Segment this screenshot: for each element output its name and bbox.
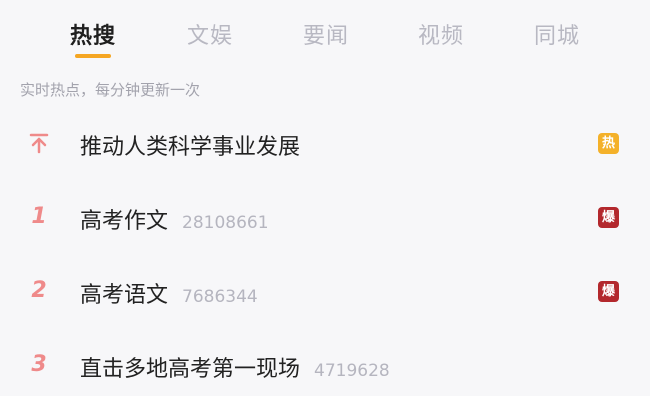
item-title[interactable]: 直击多地高考第一现场 4719628 xyxy=(80,351,390,383)
heat-count: 4719628 xyxy=(314,361,390,381)
update-hint: 实时热点，每分钟更新一次 xyxy=(20,81,201,99)
tab-video[interactable]: 视频 xyxy=(418,18,464,50)
rank-number: 2 xyxy=(31,278,47,303)
item-title[interactable]: 高考语文 7686344 xyxy=(80,277,258,309)
tab-local[interactable]: 同城 xyxy=(534,18,580,50)
item-title[interactable]: 高考作文 28108661 xyxy=(80,203,269,235)
pin-top-icon xyxy=(29,133,49,154)
explode-badge: 爆 xyxy=(598,281,619,302)
tab-hot-search[interactable]: 热搜 xyxy=(70,18,116,50)
item-title-text[interactable]: 推动人类科学事业发展 xyxy=(80,135,300,160)
tab-bar: 热搜 文娱 要闻 视频 同城 xyxy=(0,0,650,70)
hot-badge: 热 xyxy=(598,133,619,154)
list-item[interactable]: 2 高考语文 7686344 爆 xyxy=(0,262,650,322)
list-item[interactable]: 推动人类科学事业发展 热 xyxy=(0,114,650,174)
rank-number: 1 xyxy=(31,204,47,229)
item-title-text[interactable]: 直击多地高考第一现场 xyxy=(80,357,300,382)
tab-entertainment[interactable]: 文娱 xyxy=(187,18,233,50)
list-item[interactable]: 1 高考作文 28108661 爆 xyxy=(0,188,650,248)
explode-badge: 爆 xyxy=(598,207,619,228)
list-item[interactable]: 3 直击多地高考第一现场 4719628 xyxy=(0,336,650,396)
item-title-text[interactable]: 高考语文 xyxy=(80,283,168,308)
item-title[interactable]: 推动人类科学事业发展 xyxy=(80,129,300,161)
rank-number: 3 xyxy=(31,352,47,377)
active-tab-indicator xyxy=(75,54,111,58)
tab-news[interactable]: 要闻 xyxy=(303,18,349,50)
heat-count: 7686344 xyxy=(182,287,258,307)
heat-count: 28108661 xyxy=(182,213,269,233)
item-title-text[interactable]: 高考作文 xyxy=(80,209,168,234)
